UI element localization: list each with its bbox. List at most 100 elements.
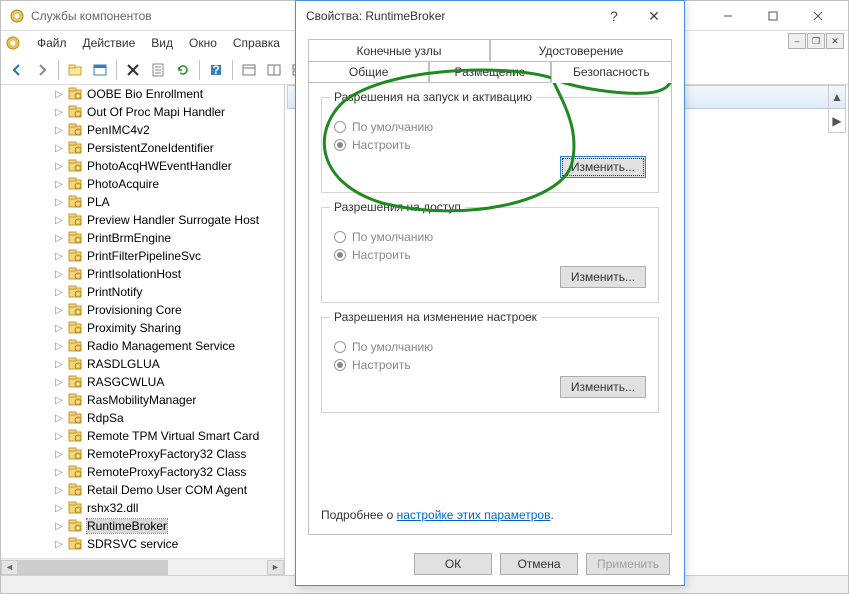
tb-properties[interactable] [146, 58, 170, 82]
expand-icon[interactable]: ▷ [53, 449, 65, 460]
tb-refresh[interactable] [171, 58, 195, 82]
expand-icon[interactable]: ▷ [53, 485, 65, 496]
expand-icon[interactable]: ▷ [53, 179, 65, 190]
tree-item[interactable]: ▷PrintFilterPipelineSvc [1, 247, 284, 265]
expand-icon[interactable]: ▷ [53, 539, 65, 550]
tree-item[interactable]: ▷RASGCWLUA [1, 373, 284, 391]
expand-icon[interactable]: ▷ [53, 503, 65, 514]
expand-icon[interactable]: ▷ [53, 215, 65, 226]
tree-item[interactable]: ▷PersistentZoneIdentifier [1, 139, 284, 157]
tree-item[interactable]: ▷PrintBrmEngine [1, 229, 284, 247]
mdi-minimize[interactable]: ‒ [788, 33, 806, 49]
expand-icon[interactable]: ▷ [53, 305, 65, 316]
dialog-help-button[interactable]: ? [594, 8, 634, 24]
tb-view2[interactable] [262, 58, 286, 82]
menu-action[interactable]: Действие [75, 34, 144, 52]
mdi-restore[interactable]: ❐ [807, 33, 825, 49]
tree-item[interactable]: ▷PLA [1, 193, 284, 211]
expand-icon[interactable]: ▷ [53, 467, 65, 478]
radio-access-custom[interactable]: Настроить [334, 248, 646, 262]
expand-icon[interactable]: ▷ [53, 269, 65, 280]
radio-access-default[interactable]: По умолчанию [334, 230, 646, 244]
expand-icon[interactable]: ▷ [53, 107, 65, 118]
menu-file[interactable]: Файл [29, 34, 75, 52]
list-collapse-up[interactable]: ▲ [828, 85, 846, 109]
cancel-button[interactable]: Отмена [500, 553, 578, 575]
tree-item[interactable]: ▷RemoteProxyFactory32 Class [1, 463, 284, 481]
menu-view[interactable]: Вид [143, 34, 181, 52]
launch-edit-button[interactable]: Изменить... [560, 156, 646, 178]
radio-launch-custom[interactable]: Настроить [334, 138, 646, 152]
expand-icon[interactable]: ▷ [53, 413, 65, 424]
tree-item[interactable]: ▷PhotoAcqHWEventHandler [1, 157, 284, 175]
tb-help[interactable]: ? [204, 58, 228, 82]
tb-delete[interactable] [121, 58, 145, 82]
expand-icon[interactable]: ▷ [53, 125, 65, 136]
expand-icon[interactable]: ▷ [53, 287, 65, 298]
tree-item[interactable]: ▷RASDLGLUA [1, 355, 284, 373]
tab-location[interactable]: Размещение [429, 61, 550, 83]
tree-item[interactable]: ▷PrintIsolationHost [1, 265, 284, 283]
tab-endpoints[interactable]: Конечные узлы [308, 39, 490, 61]
tree-item[interactable]: ▷SDRSVC service [1, 535, 284, 553]
expand-icon[interactable]: ▷ [53, 233, 65, 244]
radio-config-custom[interactable]: Настроить [334, 358, 646, 372]
tree-item[interactable]: ▷Proximity Sharing [1, 319, 284, 337]
tree-item[interactable]: ▷Out Of Proc Mapi Handler [1, 103, 284, 121]
tree-item[interactable]: ▷PhotoAcquire [1, 175, 284, 193]
tb-window[interactable] [88, 58, 112, 82]
config-edit-button[interactable]: Изменить... [560, 376, 646, 398]
tb-folder[interactable] [63, 58, 87, 82]
scroll-track[interactable] [18, 560, 267, 575]
apply-button[interactable]: Применить [586, 553, 670, 575]
menu-window[interactable]: Окно [181, 34, 225, 52]
tab-security[interactable]: Безопасность [551, 61, 672, 83]
tree[interactable]: ▷OOBE Bio Enrollment▷Out Of Proc Mapi Ha… [1, 85, 284, 558]
expand-icon[interactable]: ▷ [53, 431, 65, 442]
tree-item[interactable]: ▷RasMobilityManager [1, 391, 284, 409]
tree-item[interactable]: ▷Radio Management Service [1, 337, 284, 355]
expand-icon[interactable]: ▷ [53, 341, 65, 352]
expand-icon[interactable]: ▷ [53, 395, 65, 406]
radio-config-default[interactable]: По умолчанию [334, 340, 646, 354]
expand-icon[interactable]: ▷ [53, 161, 65, 172]
menu-help[interactable]: Справка [225, 34, 288, 52]
tree-item[interactable]: ▷PrintNotify [1, 283, 284, 301]
tree-item[interactable]: ▷PenIMC4v2 [1, 121, 284, 139]
expand-icon[interactable]: ▷ [53, 143, 65, 154]
close-button[interactable] [795, 2, 840, 30]
scroll-left-button[interactable]: ◄ [1, 560, 18, 575]
list-expand[interactable]: ▶ [828, 109, 846, 133]
tree-item[interactable]: ▷Remote TPM Virtual Smart Card [1, 427, 284, 445]
expand-icon[interactable]: ▷ [53, 89, 65, 100]
tb-back[interactable] [5, 58, 29, 82]
tree-item[interactable]: ▷RdpSa [1, 409, 284, 427]
expand-icon[interactable]: ▷ [53, 251, 65, 262]
h-scrollbar[interactable]: ◄ ► [1, 558, 284, 575]
access-edit-button[interactable]: Изменить... [560, 266, 646, 288]
expand-icon[interactable]: ▷ [53, 323, 65, 334]
scroll-right-button[interactable]: ► [267, 560, 284, 575]
tb-forward[interactable] [30, 58, 54, 82]
tab-identity[interactable]: Удостоверение [490, 39, 672, 61]
maximize-button[interactable] [750, 2, 795, 30]
ok-button[interactable]: ОК [414, 553, 492, 575]
tree-item[interactable]: ▷RuntimeBroker [1, 517, 284, 535]
tb-view1[interactable] [237, 58, 261, 82]
radio-launch-default[interactable]: По умолчанию [334, 120, 646, 134]
tree-item[interactable]: ▷OOBE Bio Enrollment [1, 85, 284, 103]
expand-icon[interactable]: ▷ [53, 197, 65, 208]
expand-icon[interactable]: ▷ [53, 521, 65, 532]
tab-general[interactable]: Общие [308, 61, 429, 83]
info-link[interactable]: настройке этих параметров [397, 508, 551, 522]
dialog-close-button[interactable]: ✕ [634, 8, 674, 25]
minimize-button[interactable] [705, 2, 750, 30]
mdi-close[interactable]: ✕ [826, 33, 844, 49]
expand-icon[interactable]: ▷ [53, 377, 65, 388]
tree-item[interactable]: ▷Retail Demo User COM Agent [1, 481, 284, 499]
tree-item[interactable]: ▷rshx32.dll [1, 499, 284, 517]
tree-item[interactable]: ▷Preview Handler Surrogate Host [1, 211, 284, 229]
tree-item[interactable]: ▷RemoteProxyFactory32 Class [1, 445, 284, 463]
scroll-thumb[interactable] [18, 560, 168, 575]
expand-icon[interactable]: ▷ [53, 359, 65, 370]
